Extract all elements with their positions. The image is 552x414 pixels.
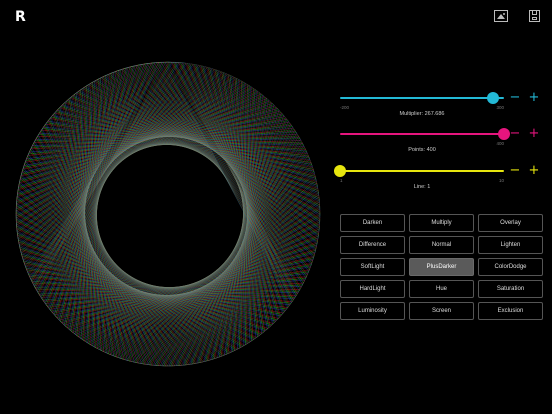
points-label: Points: 400 — [408, 147, 436, 153]
blend-mode-button-overlay[interactable]: Overlay — [478, 214, 543, 232]
blend-mode-button-plusdarker[interactable]: PlusDarker — [409, 258, 474, 276]
points-max-value: 400 — [496, 141, 504, 146]
blend-mode-button-colordodge[interactable]: ColorDodge — [478, 258, 543, 276]
multiplier-min-value: -200 — [340, 105, 350, 110]
blend-mode-grid: Darken Multiply Overlay Difference Normal Lig… — [340, 214, 545, 320]
blend-mode-button-difference[interactable]: Difference — [340, 236, 405, 254]
chord-pattern — [15, 61, 321, 367]
blend-mode-button-darken[interactable]: Darken — [340, 214, 405, 232]
app-logo: R — [15, 9, 26, 25]
multiplier-knob[interactable] — [487, 92, 500, 104]
line-label: Line: 1 — [413, 184, 431, 190]
points-minus-button[interactable]: − — [508, 127, 522, 141]
blend-mode-button-saturation[interactable]: Saturation — [478, 280, 543, 298]
multiplier-track[interactable] — [340, 97, 504, 99]
multiplier-minus-button[interactable]: − — [508, 91, 522, 105]
blend-mode-button-exclusion[interactable]: Exclusion — [478, 302, 543, 320]
blend-mode-button-hardlight[interactable]: HardLight — [340, 280, 405, 298]
line-track[interactable] — [340, 170, 504, 172]
blend-mode-button-softlight[interactable]: SoftLight — [340, 258, 405, 276]
blend-mode-button-hue[interactable]: Hue — [409, 280, 474, 298]
multiplier-label: Multiplier: 267.686 — [399, 111, 445, 117]
line-slider[interactable]: 1 10 Line: 1 — [334, 163, 504, 197]
blend-mode-button-luminosity[interactable]: Luminosity — [340, 302, 405, 320]
points-track[interactable] — [340, 133, 504, 135]
blend-mode-button-lighten[interactable]: Lighten — [478, 236, 543, 254]
line-max-value: 10 — [498, 178, 504, 183]
multiplier-max-value: 300 — [496, 105, 504, 110]
multiplier-slider[interactable]: -200 300 Multiplier: 267.686 — [340, 90, 504, 124]
image-icon[interactable] — [494, 10, 508, 22]
multiplier-plus-button[interactable]: + — [527, 91, 541, 105]
visualization-canvas — [15, 61, 321, 367]
line-min-value: 1 — [340, 178, 343, 183]
points-slider[interactable]: 400 Points: 400 — [340, 126, 510, 160]
blend-mode-button-multiply[interactable]: Multiply — [409, 214, 474, 232]
points-plus-button[interactable]: + — [527, 127, 541, 141]
line-plus-button[interactable]: + — [527, 164, 541, 178]
line-knob[interactable] — [334, 165, 346, 177]
save-icon[interactable] — [529, 10, 540, 22]
line-minus-button[interactable]: − — [508, 164, 522, 178]
blend-mode-button-normal[interactable]: Normal — [409, 236, 474, 254]
blend-mode-button-screen[interactable]: Screen — [409, 302, 474, 320]
